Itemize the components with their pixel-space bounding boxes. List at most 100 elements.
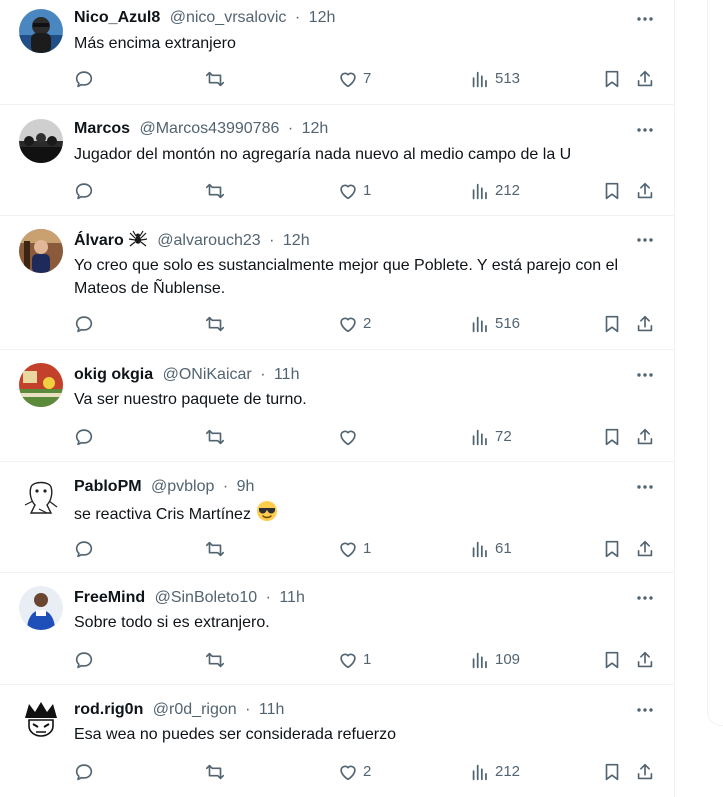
tweet-text: Yo creo que solo es sustancialmente mejo… [74,257,619,297]
timestamp[interactable]: 12h [302,120,329,137]
user-handle[interactable]: @Marcos43990786 [139,120,279,137]
bookmark-button[interactable] [601,537,623,561]
tweet[interactable]: PabloPM @pvblop · 9h se reactiva Cris Ma… [0,462,674,573]
reply-icon [73,426,95,448]
views-chart-icon [469,68,491,90]
bookmark-icon [601,538,623,560]
like-button[interactable] [337,425,363,449]
reply-button[interactable] [73,648,99,672]
timestamp[interactable]: 11h [274,366,300,383]
bookmark-icon [601,761,623,783]
tweet[interactable]: rod.rig0n @r0d_rigon · 11h Esa wea no pu… [0,685,674,797]
reply-button[interactable] [73,760,99,784]
views-button[interactable]: 516 [469,312,520,336]
more-dots-icon[interactable] [633,365,657,385]
user-display-name[interactable]: Marcos [74,120,130,137]
avatar[interactable] [19,698,63,742]
reply-button[interactable] [73,425,99,449]
like-button[interactable]: 1 [337,648,371,672]
user-display-name[interactable]: FreeMind [74,589,145,606]
reply-button[interactable] [73,537,99,561]
separator: · [222,478,229,495]
user-handle[interactable]: @ONiKaicar [163,366,252,383]
retweet-button[interactable] [204,537,230,561]
share-button[interactable] [634,760,656,784]
retweet-button[interactable] [204,425,230,449]
user-display-name[interactable]: PabloPM [74,478,142,495]
views-button[interactable]: 72 [469,425,512,449]
tweet[interactable]: okig okgia @ONiKaicar · 11h Va ser nuest… [0,350,674,462]
views-button[interactable]: 212 [469,760,520,784]
tweet[interactable]: FreeMind @SinBoleto10 · 11h Sobre todo s… [0,573,674,685]
views-button[interactable]: 212 [469,179,520,203]
more-dots-icon[interactable] [633,700,657,720]
tweet[interactable]: Nico_Azul8 @nico_vrsalovic · 12h Más enc… [0,0,674,105]
action-bar: 2 516 [0,312,674,336]
user-display-name[interactable]: Álvaro [74,232,124,249]
views-button[interactable]: 513 [469,67,520,91]
retweet-button[interactable] [204,760,230,784]
avatar[interactable] [19,586,63,630]
share-button[interactable] [634,179,656,203]
timestamp[interactable]: 12h [309,9,336,26]
share-button[interactable] [634,312,656,336]
user-handle[interactable]: @r0d_rigon [153,701,237,718]
bookmark-button[interactable] [601,179,623,203]
like-button[interactable]: 2 [337,312,371,336]
user-handle[interactable]: @SinBoleto10 [155,589,258,606]
user-handle[interactable]: @alvarouch23 [157,232,260,249]
retweet-button[interactable] [204,648,230,672]
reply-button[interactable] [73,312,99,336]
tweet-text: Esa wea no puedes ser considerada refuer… [74,726,396,743]
tweet[interactable]: Álvaro @alvarouch23 · 12h Yo creo que so… [0,216,674,350]
more-dots-icon[interactable] [633,477,657,497]
share-button[interactable] [634,425,656,449]
share-button[interactable] [634,537,656,561]
bookmark-button[interactable] [601,648,623,672]
separator: · [287,120,294,137]
user-display-name[interactable]: okig okgia [74,366,153,383]
user-display-name[interactable]: rod.rig0n [74,701,143,718]
avatar[interactable] [19,229,63,273]
share-button[interactable] [634,648,656,672]
user-handle[interactable]: @pvblop [151,478,214,495]
views-button[interactable]: 109 [469,648,520,672]
reply-icon [73,761,95,783]
more-dots-icon[interactable] [633,9,657,29]
user-display-name[interactable]: Nico_Azul8 [74,9,160,26]
reply-feed: Nico_Azul8 @nico_vrsalovic · 12h Más enc… [0,0,675,797]
reply-icon [73,649,95,671]
action-bar: 1 212 [0,179,674,203]
reply-button[interactable] [73,67,99,91]
retweet-button[interactable] [204,67,230,91]
retweet-button[interactable] [204,179,230,203]
tweet[interactable]: Marcos @Marcos43990786 · 12h Jugador del… [0,105,674,216]
bookmark-button[interactable] [601,425,623,449]
like-button[interactable]: 7 [337,67,371,91]
like-button[interactable]: 2 [337,760,371,784]
timestamp[interactable]: 11h [259,701,285,718]
avatar[interactable] [19,119,63,163]
bookmark-button[interactable] [601,67,623,91]
timestamp[interactable]: 12h [283,232,310,249]
share-button[interactable] [634,67,656,91]
bookmark-button[interactable] [601,760,623,784]
views-button[interactable]: 61 [469,537,512,561]
timestamp[interactable]: 11h [279,589,305,606]
retweet-button[interactable] [204,312,230,336]
more-dots-icon[interactable] [633,230,657,250]
timestamp[interactable]: 9h [237,478,255,495]
like-button[interactable]: 1 [337,537,371,561]
more-dots-icon[interactable] [633,588,657,608]
reply-button[interactable] [73,179,99,203]
retweet-icon [204,761,226,783]
user-handle[interactable]: @nico_vrsalovic [170,9,287,26]
like-button[interactable]: 1 [337,179,371,203]
more-dots-icon[interactable] [633,120,657,140]
reply-icon [73,180,95,202]
avatar[interactable] [19,475,63,519]
avatar[interactable] [19,363,63,407]
like-count: 2 [363,315,372,332]
avatar[interactable] [19,9,63,53]
bookmark-button[interactable] [601,312,623,336]
